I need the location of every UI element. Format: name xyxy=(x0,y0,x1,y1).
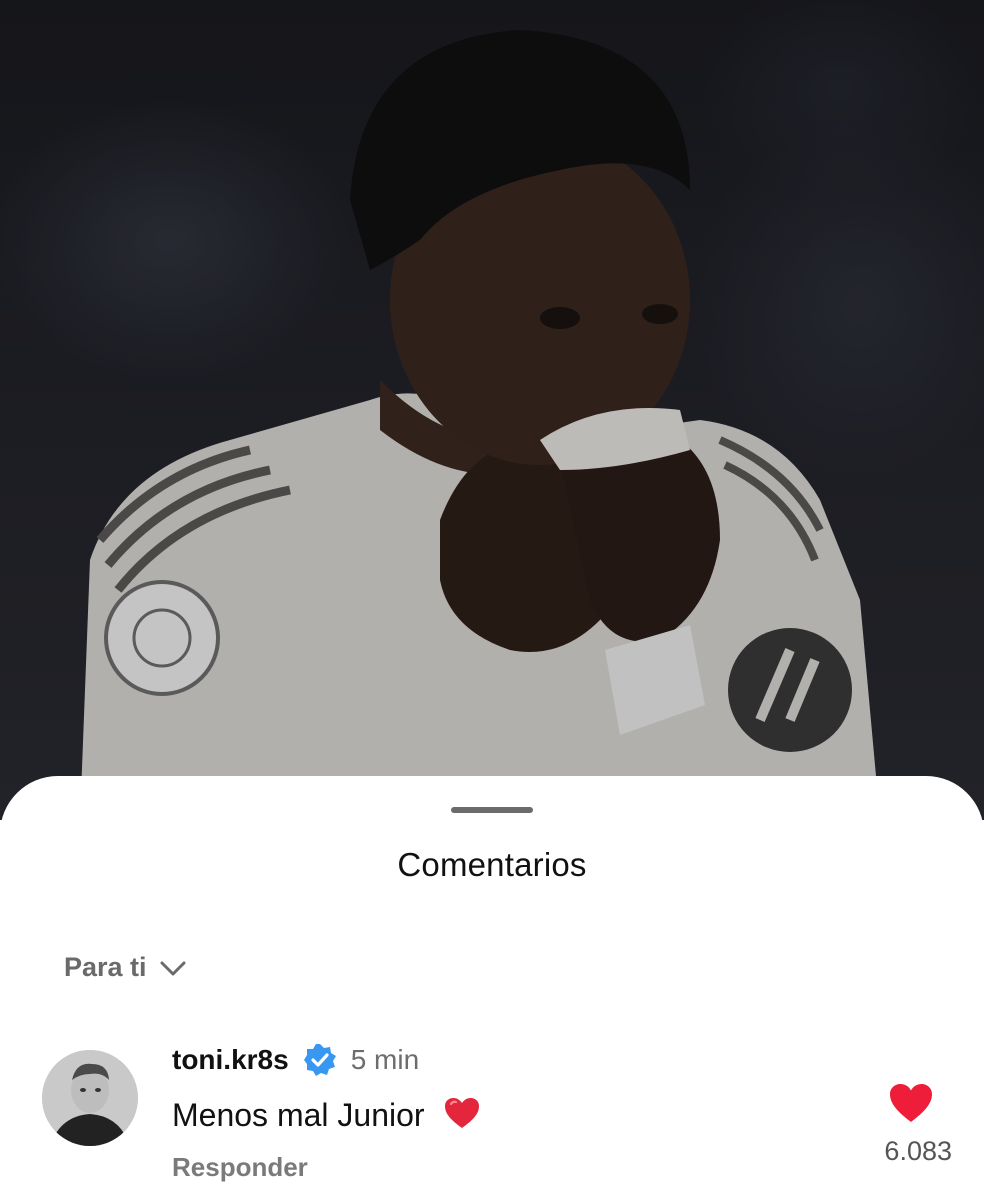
red-heart-emoji-icon xyxy=(445,1098,480,1128)
avatar[interactable] xyxy=(42,1050,138,1146)
sort-dropdown[interactable]: Para ti xyxy=(64,952,187,983)
reply-button[interactable]: Responder xyxy=(172,1152,308,1183)
verified-badge-icon xyxy=(303,1044,336,1076)
chevron-down-icon xyxy=(160,961,186,975)
sheet-title: Comentarios xyxy=(397,846,587,883)
sheet-grabber[interactable] xyxy=(451,807,533,813)
comment-text-row: Menos mal Junior xyxy=(172,1096,481,1134)
post-photo xyxy=(0,0,984,820)
like-heart-icon[interactable] xyxy=(888,1082,934,1124)
comment-header: toni.kr8s 5 min xyxy=(172,1043,419,1077)
like-count: 6.083 xyxy=(884,1136,952,1166)
comment-username[interactable]: toni.kr8s xyxy=(172,1044,289,1076)
avatar-image xyxy=(42,1050,138,1146)
comment-text: Menos mal Junior xyxy=(172,1097,425,1133)
comment-time: 5 min xyxy=(350,1044,420,1075)
post-photo-illustration xyxy=(80,30,880,820)
comment-item: toni.kr8s 5 min Menos mal Junior Respond… xyxy=(0,1040,984,1200)
sort-label: Para ti xyxy=(64,952,147,982)
